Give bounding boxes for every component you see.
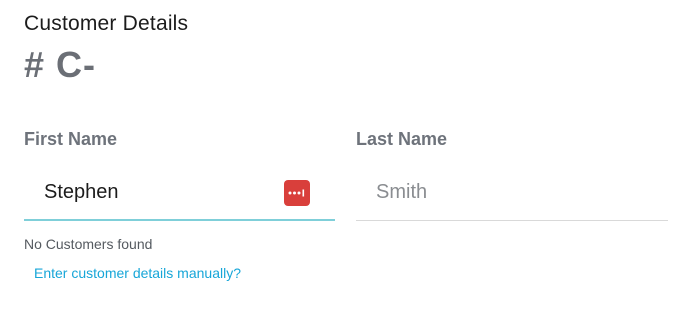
last-name-input[interactable] — [356, 165, 668, 219]
customer-number: # C- — [24, 44, 97, 85]
last-name-label: Last Name — [356, 129, 448, 149]
first-name-field — [24, 165, 335, 221]
enter-manually-link[interactable]: Enter customer details manually? — [34, 265, 241, 281]
dots-icon — [288, 189, 305, 197]
password-manager-icon[interactable] — [284, 180, 310, 206]
customer-details-panel: Customer Details # C- First Name Last Na… — [0, 0, 687, 311]
section-title: Customer Details — [24, 12, 189, 35]
no-customers-message: No Customers found — [24, 236, 153, 252]
first-name-label: First Name — [24, 129, 118, 149]
last-name-field — [356, 165, 668, 221]
